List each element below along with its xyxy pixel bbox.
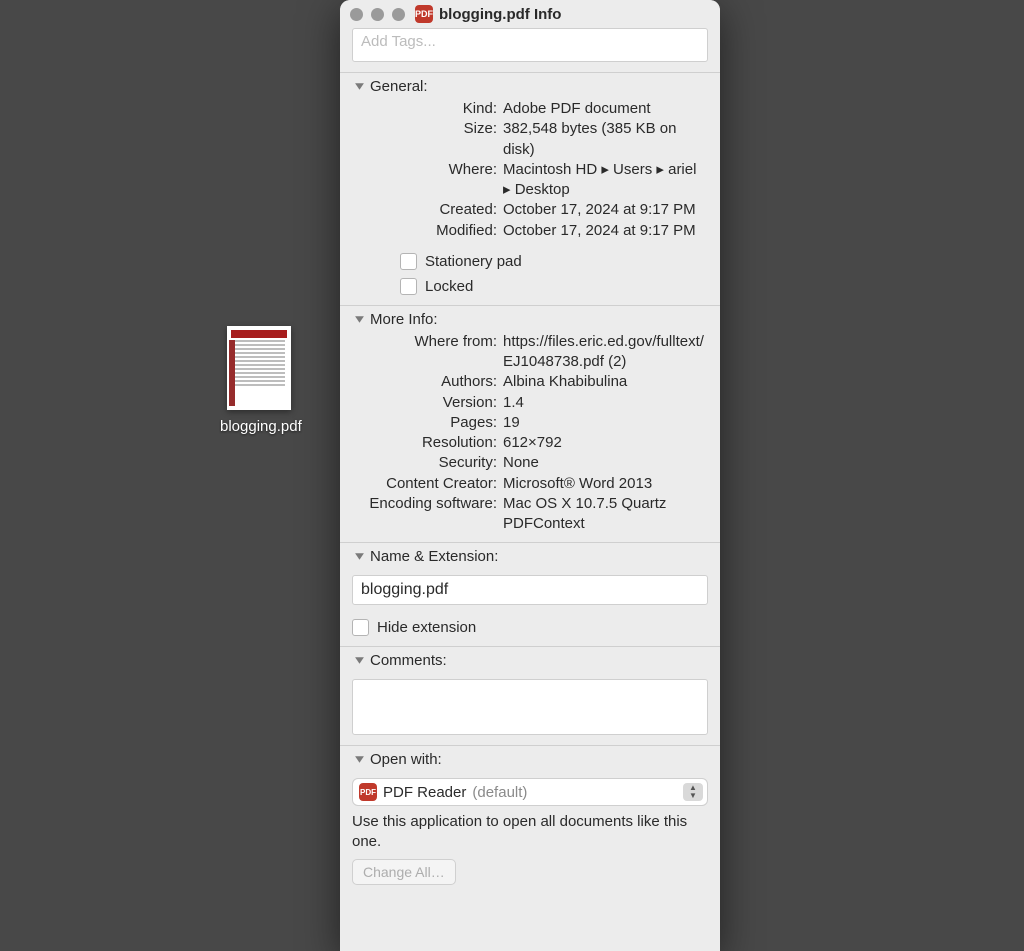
hide-ext-label: Hide extension xyxy=(377,619,476,636)
hide-ext-row: Hide extension xyxy=(340,615,720,646)
desktop-file[interactable]: blogging.pdf xyxy=(220,326,298,435)
open-with-app: PDF Reader xyxy=(383,784,466,801)
chevron-down-icon xyxy=(352,753,366,767)
section-title: Comments: xyxy=(370,652,447,669)
zoom-button[interactable] xyxy=(392,8,405,21)
locked-row: Locked xyxy=(340,274,720,305)
titlebar[interactable]: PDF blogging.pdf Info xyxy=(340,0,720,28)
value-version: 1.4 xyxy=(503,393,708,413)
comments-input[interactable] xyxy=(352,679,708,735)
section-title: Name & Extension: xyxy=(370,548,498,565)
value-security: None xyxy=(503,453,708,473)
filename-input[interactable]: blogging.pdf xyxy=(352,575,708,605)
info-window: PDF blogging.pdf Info Add Tags... Genera… xyxy=(340,0,720,951)
value-size: 382,548 bytes (385 KB on disk) xyxy=(503,119,708,160)
hide-ext-checkbox[interactable] xyxy=(352,619,369,636)
value-modified: October 17, 2024 at 9:17 PM xyxy=(503,221,708,241)
section-more-info: More Info: Where from: https://files.eri… xyxy=(340,305,720,543)
label-resolution: Resolution: xyxy=(352,433,497,453)
section-header-more-info[interactable]: More Info: xyxy=(340,306,720,332)
label-created: Created: xyxy=(352,200,497,220)
tags-input[interactable]: Add Tags... xyxy=(352,28,708,62)
window-title: blogging.pdf Info xyxy=(439,6,561,23)
change-all-button[interactable]: Change All… xyxy=(352,859,456,885)
locked-checkbox[interactable] xyxy=(400,278,417,295)
section-header-name-ext[interactable]: Name & Extension: xyxy=(340,543,720,569)
label-version: Version: xyxy=(352,393,497,413)
label-kind: Kind: xyxy=(352,99,497,119)
filename-value: blogging.pdf xyxy=(361,581,448,599)
label-content-creator: Content Creator: xyxy=(352,474,497,494)
chevron-down-icon xyxy=(352,654,366,668)
pdf-icon: PDF xyxy=(359,783,377,801)
value-resolution: 612×792 xyxy=(503,433,708,453)
value-kind: Adobe PDF document xyxy=(503,99,708,119)
pdf-thumbnail xyxy=(227,326,291,410)
stationery-row: Stationery pad xyxy=(340,249,720,274)
value-encoding: Mac OS X 10.7.5 Quartz PDFContext xyxy=(503,494,708,535)
label-where: Where: xyxy=(352,160,497,201)
section-header-open-with[interactable]: Open with: xyxy=(340,746,720,772)
section-title: Open with: xyxy=(370,751,442,768)
window-controls xyxy=(350,8,405,21)
label-pages: Pages: xyxy=(352,413,497,433)
label-encoding: Encoding software: xyxy=(352,494,497,535)
stationery-label: Stationery pad xyxy=(425,253,522,270)
section-name-ext: Name & Extension: blogging.pdf Hide exte… xyxy=(340,542,720,646)
desktop-file-label: blogging.pdf xyxy=(220,418,298,435)
section-title: General: xyxy=(370,78,428,95)
label-where-from: Where from: xyxy=(352,332,497,373)
label-authors: Authors: xyxy=(352,372,497,392)
open-with-default: (default) xyxy=(472,784,527,801)
open-with-note: Use this application to open all documen… xyxy=(340,812,720,859)
section-general: General: Kind: Adobe PDF document Size: … xyxy=(340,72,720,305)
label-modified: Modified: xyxy=(352,221,497,241)
value-pages: 19 xyxy=(503,413,708,433)
updown-icon: ▲▼ xyxy=(683,783,703,801)
pdf-icon: PDF xyxy=(415,5,433,23)
tags-placeholder: Add Tags... xyxy=(361,33,436,50)
general-grid: Kind: Adobe PDF document Size: 382,548 b… xyxy=(340,99,720,249)
section-comments: Comments: xyxy=(340,646,720,745)
open-with-select[interactable]: PDF PDF Reader (default) ▲▼ xyxy=(352,778,708,806)
locked-label: Locked xyxy=(425,278,473,295)
section-header-comments[interactable]: Comments: xyxy=(340,647,720,673)
value-content-creator: Microsoft® Word 2013 xyxy=(503,474,708,494)
chevron-down-icon xyxy=(352,312,366,326)
value-created: October 17, 2024 at 9:17 PM xyxy=(503,200,708,220)
value-authors: Albina Khabibulina xyxy=(503,372,708,392)
value-where: Macintosh HD ▸ Users ▸ ariel ▸ Desktop xyxy=(503,160,708,201)
minimize-button[interactable] xyxy=(371,8,384,21)
more-info-grid: Where from: https://files.eric.ed.gov/fu… xyxy=(340,332,720,543)
value-where-from: https://files.eric.ed.gov/fulltext/EJ104… xyxy=(503,332,708,373)
section-title: More Info: xyxy=(370,311,438,328)
chevron-down-icon xyxy=(352,80,366,94)
section-header-general[interactable]: General: xyxy=(340,73,720,99)
label-security: Security: xyxy=(352,453,497,473)
label-size: Size: xyxy=(352,119,497,160)
stationery-checkbox[interactable] xyxy=(400,253,417,270)
close-button[interactable] xyxy=(350,8,363,21)
section-open-with: Open with: PDF PDF Reader (default) ▲▼ U… xyxy=(340,745,720,895)
chevron-down-icon xyxy=(352,550,366,564)
